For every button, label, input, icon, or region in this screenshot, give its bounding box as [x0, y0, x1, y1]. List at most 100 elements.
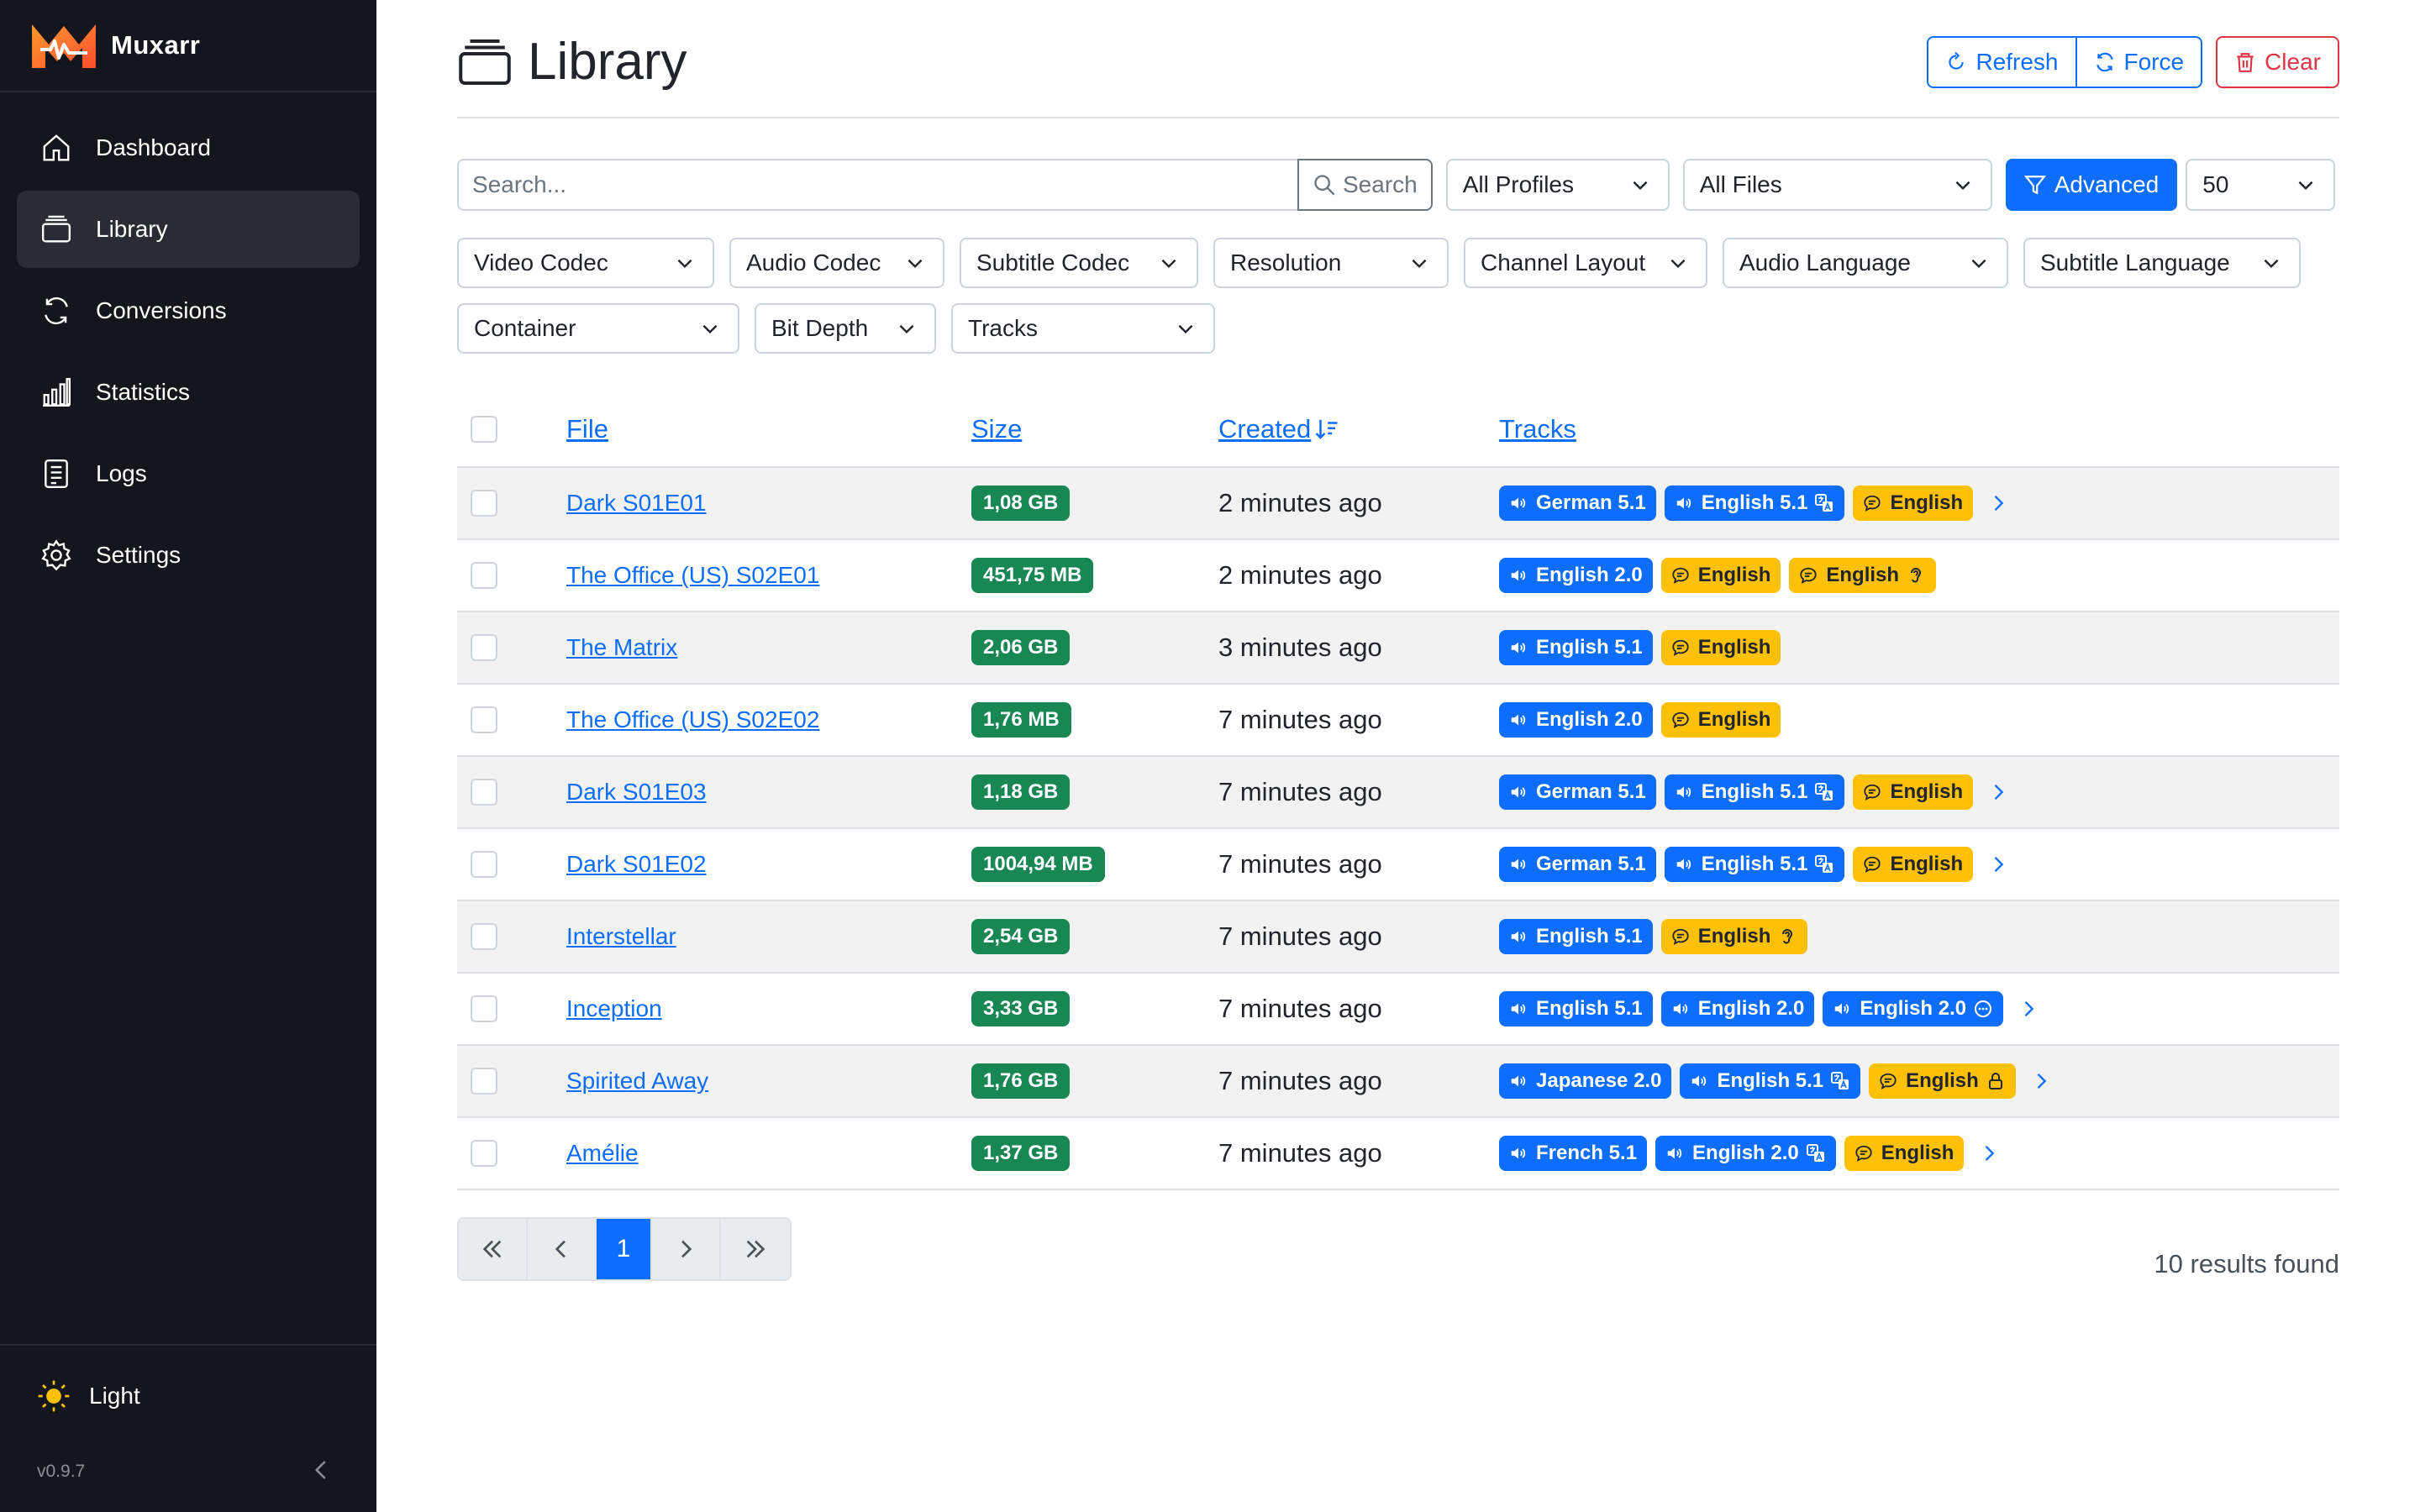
sort-created-header[interactable]: Created	[1218, 414, 1339, 444]
select-all-checkbox[interactable]	[471, 416, 497, 443]
audio-track-badge[interactable]: English 2.0	[1499, 558, 1653, 593]
tracks-cell: English 2.0 English	[1499, 702, 2339, 738]
bit-depth-select[interactable]: Bit Depth	[755, 303, 936, 354]
audio-track-badge[interactable]: Japanese 2.0	[1499, 1063, 1672, 1099]
audio-track-badge[interactable]: English 5.1	[1664, 847, 1845, 882]
file-link[interactable]: Dark S01E02	[566, 851, 707, 877]
audio-track-badge[interactable]: English 2.0	[1660, 991, 1815, 1026]
container-select[interactable]: Container	[457, 303, 739, 354]
subtitle-track-badge[interactable]: English	[1660, 630, 1781, 665]
created-time: 3 minutes ago	[1218, 633, 1382, 662]
audio-track-badge[interactable]: German 5.1	[1499, 774, 1656, 810]
file-link[interactable]: Dark S01E03	[566, 779, 707, 805]
brand[interactable]: Muxarr	[0, 0, 376, 92]
nav-item-conversions[interactable]: Conversions	[17, 272, 360, 349]
row-checkbox[interactable]	[471, 923, 497, 950]
nav-item-statistics[interactable]: Statistics	[17, 354, 360, 431]
file-link[interactable]: The Matrix	[566, 634, 677, 660]
page-size-select[interactable]: 50	[2186, 159, 2336, 211]
search-button[interactable]: Search	[1297, 159, 1433, 211]
translate-icon	[1806, 1144, 1824, 1162]
audio-track-badge[interactable]: English 5.1	[1499, 919, 1653, 954]
search-input[interactable]	[457, 159, 1297, 211]
file-link[interactable]: Dark S01E01	[566, 490, 707, 516]
row-checkbox[interactable]	[471, 706, 497, 733]
audio-track-badge[interactable]: English 5.1	[1664, 774, 1845, 810]
audio-track-badge[interactable]: English 2.0	[1823, 991, 2004, 1026]
expand-tracks-chevron-icon[interactable]	[2029, 1069, 2053, 1093]
sort-file-header[interactable]: File	[566, 414, 608, 444]
subtitle-track-badge[interactable]: English	[1869, 1063, 2016, 1099]
audio-track-badge[interactable]: English 5.1	[1664, 486, 1845, 521]
file-link[interactable]: The Office (US) S02E01	[566, 562, 819, 588]
last-page-button[interactable]	[721, 1219, 790, 1279]
nav-item-library[interactable]: Library	[17, 191, 360, 268]
files-select[interactable]: All Files	[1682, 159, 1992, 211]
subtitle-track-badge[interactable]: English	[1789, 558, 1937, 593]
expand-tracks-chevron-icon[interactable]	[1986, 853, 2010, 876]
channel-layout-select[interactable]: Channel Layout	[1464, 238, 1707, 288]
row-checkbox[interactable]	[471, 995, 497, 1022]
first-page-button[interactable]	[459, 1219, 528, 1279]
subtitle-track-badge[interactable]: English	[1853, 486, 1974, 521]
subtitle-track-badge[interactable]: English	[1853, 847, 1974, 882]
subtitle-track-badge[interactable]: English	[1660, 919, 1808, 954]
row-checkbox[interactable]	[471, 1068, 497, 1095]
expand-tracks-chevron-icon[interactable]	[1986, 780, 2010, 804]
files-select-value: All Files	[1699, 171, 1782, 197]
subtitle-track-badge[interactable]: English	[1660, 558, 1781, 593]
audio-track-badge[interactable]: English 5.1	[1499, 630, 1653, 665]
expand-tracks-chevron-icon[interactable]	[1986, 491, 2010, 515]
app-name: Muxarr	[111, 30, 201, 60]
resolution-select[interactable]: Resolution	[1213, 238, 1449, 288]
row-checkbox[interactable]	[471, 562, 497, 589]
clear-button[interactable]: Clear	[2216, 35, 2339, 88]
expand-tracks-chevron-icon[interactable]	[1977, 1142, 2001, 1165]
chevron-down-icon	[702, 324, 718, 334]
subtitle-track-badge[interactable]: English	[1660, 702, 1781, 738]
row-check-cell	[457, 490, 566, 517]
nav-item-logs[interactable]: Logs	[17, 435, 360, 512]
row-checkbox[interactable]	[471, 851, 497, 878]
tracks-select[interactable]: Tracks	[951, 303, 1215, 354]
audio-track-badge[interactable]: English 5.1	[1680, 1063, 1861, 1099]
nav-label: Statistics	[96, 379, 191, 405]
theme-toggle[interactable]: Light	[0, 1346, 376, 1446]
audio-track-badge[interactable]: German 5.1	[1499, 847, 1656, 882]
speaker-icon	[1511, 858, 1526, 870]
force-button[interactable]: Force	[2076, 35, 2203, 88]
row-checkbox[interactable]	[471, 490, 497, 517]
row-checkbox[interactable]	[471, 1140, 497, 1167]
sort-size-header[interactable]: Size	[971, 414, 1022, 444]
page-button-current[interactable]: 1	[597, 1219, 652, 1279]
refresh-button[interactable]: Refresh	[1927, 35, 2077, 88]
next-page-button[interactable]	[652, 1219, 721, 1279]
collapse-sidebar-button[interactable]	[309, 1457, 334, 1487]
nav-item-dashboard[interactable]: Dashboard	[17, 109, 360, 186]
file-link[interactable]: The Office (US) S02E02	[566, 706, 819, 732]
subtitle-track-badge[interactable]: English	[1844, 1136, 1965, 1171]
file-link[interactable]: Inception	[566, 995, 662, 1021]
audio-track-badge[interactable]: English 2.0	[1499, 702, 1653, 738]
subtitle-codec-select[interactable]: Subtitle Codec	[960, 238, 1198, 288]
subtitle-language-select[interactable]: Subtitle Language	[2023, 238, 2301, 288]
audio-language-select[interactable]: Audio Language	[1723, 238, 2008, 288]
file-link[interactable]: Interstellar	[566, 923, 676, 949]
advanced-filter-button[interactable]: Advanced	[2005, 159, 2178, 211]
file-link[interactable]: Spirited Away	[566, 1068, 708, 1094]
video-codec-select[interactable]: Video Codec	[457, 238, 714, 288]
subtitle-track-badge[interactable]: English	[1853, 774, 1974, 810]
file-link[interactable]: Amélie	[566, 1140, 639, 1166]
audio-track-badge[interactable]: German 5.1	[1499, 486, 1656, 521]
sort-tracks-header[interactable]: Tracks	[1499, 414, 1576, 444]
audio-track-badge[interactable]: English 2.0	[1655, 1136, 1836, 1171]
audio-codec-select[interactable]: Audio Codec	[729, 238, 944, 288]
profile-select[interactable]: All Profiles	[1445, 159, 1670, 211]
row-checkbox[interactable]	[471, 779, 497, 806]
row-checkbox[interactable]	[471, 634, 497, 661]
nav-item-settings[interactable]: Settings	[17, 517, 360, 594]
audio-track-badge[interactable]: French 5.1	[1499, 1136, 1648, 1171]
audio-track-badge[interactable]: English 5.1	[1499, 991, 1653, 1026]
expand-tracks-chevron-icon[interactable]	[2017, 997, 2040, 1021]
previous-page-button[interactable]	[528, 1219, 597, 1279]
